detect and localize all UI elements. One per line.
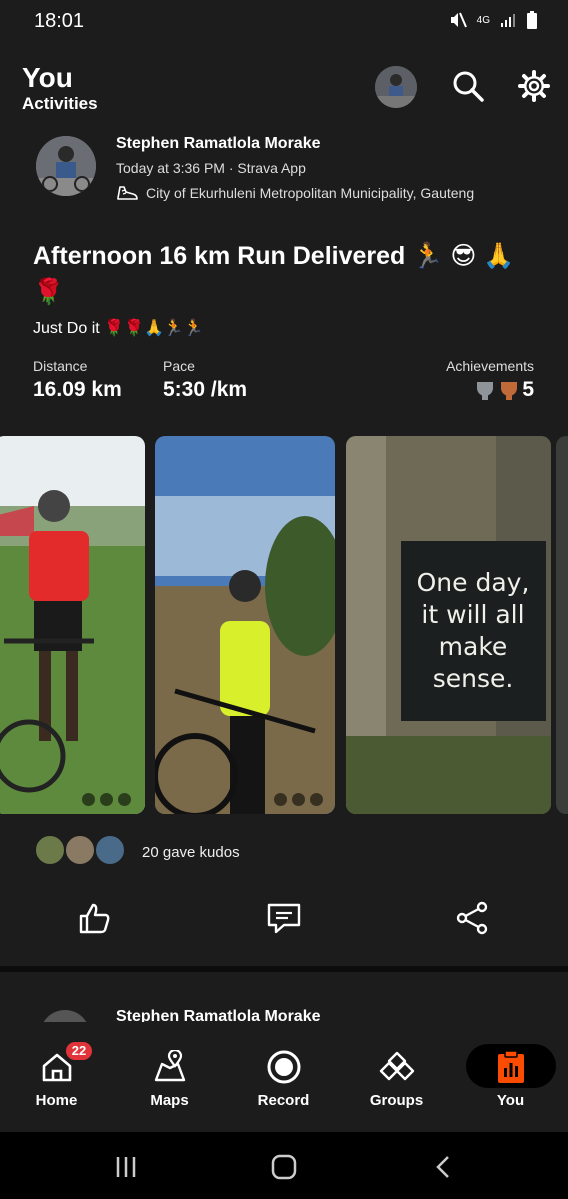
svg-text:sense.: sense. — [433, 664, 514, 693]
page-title: You — [22, 62, 73, 93]
post-separator — [0, 966, 568, 972]
kudos-avatars[interactable] — [34, 834, 134, 868]
home-button-icon[interactable] — [269, 1152, 299, 1182]
search-icon[interactable] — [448, 66, 488, 106]
nav-label: Home — [35, 1092, 78, 1109]
avatar — [34, 834, 66, 866]
mute-icon — [450, 12, 467, 28]
distance-value: 16.09 km — [33, 378, 122, 401]
network-label: 4G — [476, 14, 490, 26]
activity-photo[interactable] — [155, 436, 335, 814]
trophy-icon — [477, 382, 494, 400]
you-icon — [491, 1047, 531, 1087]
athlete-avatar[interactable] — [36, 136, 96, 196]
avatar — [64, 834, 96, 866]
post-meta: Today at 3:36 PM · Strava App — [116, 160, 306, 176]
comment-icon[interactable] — [264, 898, 304, 938]
status-bar: 18:01 4G — [0, 0, 568, 44]
share-icon[interactable] — [452, 898, 492, 938]
signal-icon — [501, 14, 515, 27]
pace-label: Pace — [163, 358, 195, 374]
athlete-name[interactable]: Stephen Ramatlola Morake — [116, 135, 321, 153]
achievements: 5 — [474, 378, 534, 402]
recent-apps-icon[interactable] — [111, 1152, 141, 1182]
activity-photo[interactable]: One day, it will all make sense. — [346, 436, 551, 814]
battery-icon — [527, 11, 537, 29]
athlete-name[interactable]: Stephen Ramatlola Morake — [116, 1008, 321, 1022]
nav-label: Maps — [150, 1092, 189, 1109]
shoe-icon — [117, 186, 138, 200]
gear-icon[interactable] — [514, 66, 554, 106]
activity-title[interactable]: Afternoon 16 km Run Delivered 🏃 😎 🙏 🌹 — [33, 238, 533, 310]
avatar — [94, 834, 126, 866]
back-icon[interactable] — [429, 1152, 459, 1182]
notification-badge: 22 — [64, 1040, 94, 1062]
distance-label: Distance — [33, 358, 88, 374]
bottom-nav: 22 Home Maps Record Groups You — [0, 1022, 568, 1132]
avatar[interactable] — [375, 66, 417, 108]
svg-text:One day,: One day, — [417, 568, 530, 597]
activity-description: Just Do it 🌹🌹🙏🏃🏃 — [33, 320, 204, 337]
athlete-avatar-image — [36, 136, 96, 196]
nav-label: You — [496, 1092, 525, 1109]
nav-item-groups[interactable]: Groups — [340, 1022, 453, 1132]
svg-text:make: make — [439, 632, 508, 661]
activity-photo[interactable] — [556, 436, 568, 814]
nav-label: Groups — [369, 1092, 424, 1109]
page-subtitle: Activities — [22, 94, 98, 113]
nav-item-you[interactable]: You — [454, 1022, 567, 1132]
record-icon — [264, 1047, 304, 1087]
app-header: You Activities — [0, 44, 568, 132]
trophy-icon — [501, 382, 518, 400]
activity-photo[interactable] — [0, 436, 145, 814]
post-location: City of Ekurhuleni Metropolitan Municipa… — [116, 184, 474, 202]
nav-item-record[interactable]: Record — [227, 1022, 340, 1132]
status-time: 18:01 — [34, 10, 85, 32]
groups-icon — [377, 1047, 417, 1087]
athlete-avatar[interactable] — [40, 1010, 90, 1022]
activity-feed[interactable]: Stephen Ramatlola Morake Today at 3:36 P… — [0, 132, 568, 1022]
avatar-image — [375, 66, 417, 108]
kudos-count[interactable]: 20 gave kudos — [142, 844, 240, 861]
svg-text:it will all: it will all — [421, 600, 524, 629]
nav-item-maps[interactable]: Maps — [113, 1022, 226, 1132]
pace-value: 5:30 /km — [163, 378, 248, 401]
kudos-icon[interactable] — [74, 898, 114, 938]
location-text: City of Ekurhuleni Metropolitan Municipa… — [146, 185, 475, 201]
achievements-count: 5 — [522, 378, 534, 401]
achievements-label: Achievements — [446, 358, 534, 374]
nav-label: Record — [257, 1092, 310, 1109]
map-icon — [150, 1047, 190, 1087]
nav-item-home[interactable]: 22 Home — [0, 1022, 113, 1132]
system-nav-bar — [0, 1132, 568, 1199]
